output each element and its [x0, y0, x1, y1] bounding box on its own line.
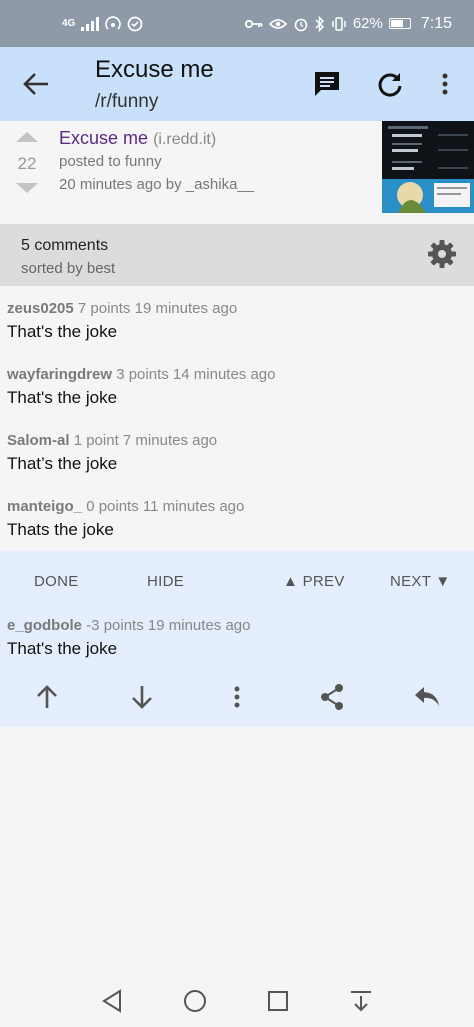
post-thumbnail[interactable]: [382, 121, 474, 213]
comment-icon: [315, 72, 339, 96]
comment-meta: Salom-al 1 point 7 minutes ago: [7, 432, 467, 449]
upvote-button[interactable]: [32, 682, 62, 712]
comment-time: 14 minutes ago: [172, 366, 276, 383]
comment-item[interactable]: wayfaringdrew 3 points 14 minutes ago Th…: [7, 366, 467, 408]
post-title: Excuse me: [59, 128, 149, 148]
comment-author: Salom-al: [7, 432, 70, 449]
nav-notification-button[interactable]: [348, 988, 374, 1014]
battery-icon: [388, 18, 411, 29]
comment-settings-button[interactable]: [427, 239, 457, 269]
refresh-icon: [378, 73, 402, 97]
downvote-arrow[interactable]: [16, 183, 38, 193]
more-vert-icon: [234, 686, 240, 708]
done-button[interactable]: DONE: [34, 573, 79, 590]
comments-header: 5 comments sorted by best: [0, 224, 474, 286]
next-button[interactable]: NEXT ▼: [390, 573, 451, 590]
comment-count: 5 comments: [21, 237, 109, 254]
key-icon: [244, 19, 263, 28]
comment-body: Thats the joke: [7, 520, 114, 539]
reply-button[interactable]: [412, 682, 442, 712]
comment-more-button[interactable]: [222, 682, 252, 712]
eye-icon: [268, 18, 287, 29]
hotspot-icon: [105, 15, 122, 30]
comment-points: 3 points: [116, 366, 169, 383]
reply-icon: [415, 687, 439, 706]
comment-author: e_godbole: [7, 617, 83, 634]
subreddit-label: /r/funny: [95, 91, 159, 112]
share-icon: [321, 684, 343, 710]
hide-button[interactable]: HIDE: [147, 573, 184, 590]
post-score: 22: [17, 154, 37, 173]
arrow-down-icon: [132, 686, 152, 709]
comment-meta: e_godbole -3 points 19 minutes ago: [7, 617, 467, 634]
comment-time: 7 minutes ago: [122, 432, 218, 449]
comments-button[interactable]: [312, 69, 342, 99]
nav-back-button[interactable]: [100, 988, 126, 1014]
comment-body: That's the joke: [7, 639, 118, 658]
vibrate-icon: [332, 16, 346, 31]
alarm-icon: [294, 18, 308, 31]
selected-comment[interactable]: e_godbole -3 points 19 minutes ago That'…: [7, 617, 467, 659]
comment-meta: manteigo_ 0 points 11 minutes ago: [7, 498, 467, 515]
comment-author: manteigo_: [7, 498, 83, 515]
post-summary: 22 Excuse me (i.redd.it) posted to funny…: [0, 121, 474, 224]
upvote-arrow[interactable]: [16, 132, 38, 142]
overflow-menu-button[interactable]: [430, 69, 460, 99]
post-domain: (i.redd.it): [153, 131, 217, 148]
share-button[interactable]: [317, 682, 347, 712]
page-title: Excuse me: [95, 56, 214, 83]
comment-points: 1 point: [73, 432, 119, 449]
thumbnail-image: [382, 121, 474, 213]
signal-icon: [81, 16, 100, 31]
nav-recents-button[interactable]: [265, 988, 291, 1014]
status-bar: 4G 62% 7:15: [0, 0, 474, 47]
prev-button[interactable]: ▲ PREV: [283, 573, 345, 590]
pull-down-icon: [351, 991, 371, 1012]
comment-time: 19 minutes ago: [134, 300, 238, 317]
circle-home-icon: [184, 990, 206, 1012]
comment-meta: wayfaringdrew 3 points 14 minutes ago: [7, 366, 467, 383]
arrow-left-icon: [23, 73, 48, 95]
more-vert-icon: [442, 73, 448, 95]
app-bar: Excuse me /r/funny: [0, 47, 474, 121]
back-button[interactable]: [22, 71, 52, 97]
downvote-button[interactable]: [127, 682, 157, 712]
comment-meta: zeus0205 7 points 19 minutes ago: [7, 300, 467, 317]
nav-home-button[interactable]: [182, 988, 208, 1014]
data-saver-icon: [127, 16, 143, 31]
square-recents-icon: [268, 991, 288, 1011]
bluetooth-icon: [315, 15, 324, 32]
comment-item[interactable]: Salom-al 1 point 7 minutes ago That’s th…: [7, 432, 467, 474]
selected-comment-panel: DONE HIDE ▲ PREV NEXT ▼ e_godbole -3 poi…: [0, 551, 474, 727]
arrow-up-icon: [37, 685, 57, 708]
comment-points: 0 points: [86, 498, 139, 515]
battery-percent: 62%: [352, 15, 383, 32]
comment-item[interactable]: manteigo_ 0 points 11 minutes ago Thats …: [7, 498, 467, 540]
comment-time: 19 minutes ago: [147, 617, 251, 634]
comment-item[interactable]: zeus0205 7 points 19 minutes ago That's …: [7, 300, 467, 342]
comment-sort: sorted by best: [21, 260, 116, 277]
network-indicator: 4G: [62, 17, 76, 29]
clock: 7:15: [420, 14, 452, 32]
post-age-author: 20 minutes ago by _ashika__: [59, 176, 255, 193]
comment-points: 7 points: [77, 300, 131, 317]
comment-author: zeus0205: [7, 300, 74, 317]
post-title-link[interactable]: Excuse me (i.redd.it): [59, 128, 216, 149]
comment-points: -3 points: [86, 617, 144, 634]
refresh-button[interactable]: [375, 69, 405, 99]
system-nav-bar: [0, 975, 474, 1027]
comment-time: 11 minutes ago: [142, 498, 245, 515]
gear-icon: [428, 240, 456, 268]
triangle-back-icon: [102, 989, 121, 1013]
post-subreddit: posted to funny: [59, 153, 162, 170]
comment-body: That’s the joke: [7, 454, 118, 473]
comment-body: That's the joke: [7, 322, 118, 341]
comment-author: wayfaringdrew: [7, 366, 113, 383]
comment-body: That's the joke: [7, 388, 118, 407]
